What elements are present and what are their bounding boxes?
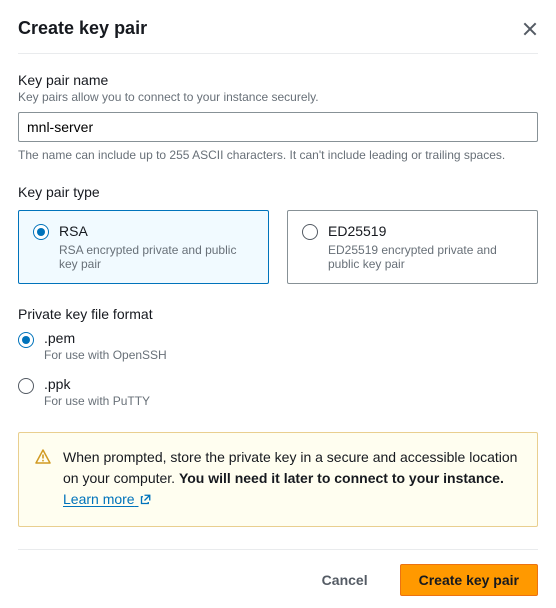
name-help: Key pairs allow you to connect to your i… xyxy=(18,90,538,104)
dialog-header: Create key pair xyxy=(18,18,538,54)
link-label: Learn more xyxy=(63,491,135,507)
format-option-pem[interactable]: .pem For use with OpenSSH xyxy=(18,330,538,362)
create-key-pair-dialog: Create key pair Key pair name Key pairs … xyxy=(0,0,556,608)
option-title: RSA xyxy=(59,223,256,239)
close-icon[interactable] xyxy=(522,21,538,37)
format-option-ppk[interactable]: .ppk For use with PuTTY xyxy=(18,376,538,408)
option-title: .ppk xyxy=(44,376,150,392)
option-title: ED25519 xyxy=(328,223,525,239)
option-title: .pem xyxy=(44,330,167,346)
dialog-title: Create key pair xyxy=(18,18,147,39)
cancel-button[interactable]: Cancel xyxy=(304,564,386,596)
name-hint: The name can include up to 255 ASCII cha… xyxy=(18,148,538,162)
type-option-rsa[interactable]: RSA RSA encrypted private and public key… xyxy=(18,210,269,284)
key-pair-type-field: Key pair type RSA RSA encrypted private … xyxy=(18,184,538,284)
file-format-field: Private key file format .pem For use wit… xyxy=(18,306,538,408)
type-option-ed25519[interactable]: ED25519 ED25519 encrypted private and pu… xyxy=(287,210,538,284)
create-key-pair-button[interactable]: Create key pair xyxy=(400,564,538,596)
option-desc: For use with OpenSSH xyxy=(44,348,167,362)
warning-icon xyxy=(35,447,51,510)
learn-more-link[interactable]: Learn more xyxy=(63,491,152,507)
dialog-footer: Cancel Create key pair xyxy=(18,549,538,596)
key-pair-name-field: Key pair name Key pairs allow you to con… xyxy=(18,72,538,162)
warning-text: When prompted, store the private key in … xyxy=(63,447,521,510)
radio-icon xyxy=(18,378,34,394)
name-label: Key pair name xyxy=(18,72,538,88)
radio-icon xyxy=(18,332,34,348)
option-desc: RSA encrypted private and public key pai… xyxy=(59,243,256,271)
warning-text-bold: You will need it later to connect to you… xyxy=(179,470,504,486)
private-key-warning: When prompted, store the private key in … xyxy=(18,432,538,527)
option-desc: ED25519 encrypted private and public key… xyxy=(328,243,525,271)
external-link-icon xyxy=(138,491,152,507)
format-label: Private key file format xyxy=(18,306,538,322)
radio-icon xyxy=(33,224,49,240)
radio-icon xyxy=(302,224,318,240)
key-pair-name-input[interactable] xyxy=(18,112,538,142)
type-label: Key pair type xyxy=(18,184,538,200)
option-desc: For use with PuTTY xyxy=(44,394,150,408)
